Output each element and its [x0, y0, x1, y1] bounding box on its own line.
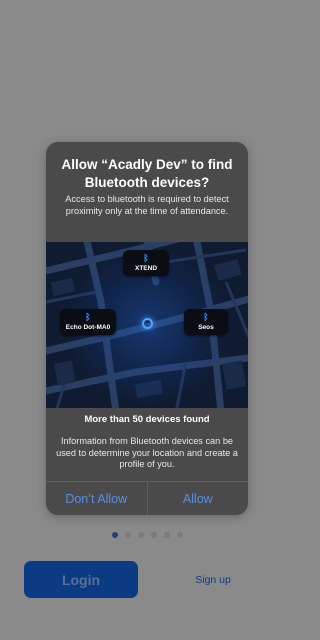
page-dot — [137, 532, 144, 538]
nearby-devices-map: ᛒ XTEND ᛒ Echo Dot-MA0 ᛒ Seos — [46, 242, 248, 408]
devices-found-count: More than 50 devices found — [84, 414, 210, 425]
bluetooth-icon: ᛒ — [85, 312, 91, 322]
current-device-dot — [142, 318, 153, 329]
page-dot-active — [111, 532, 118, 538]
login-button[interactable]: Login — [24, 561, 138, 598]
page-indicator — [0, 532, 294, 540]
dialog-message: Access to bluetooth is required to detec… — [65, 194, 229, 216]
dialog-title: Allow “Acadly Dev” to find Bluetooth dev… — [61, 157, 233, 190]
device-echo-dot: ᛒ Echo Dot-MA0 — [60, 309, 116, 335]
page-dot — [176, 532, 183, 538]
device-seos: ᛒ Seos — [184, 309, 228, 335]
page-dot — [150, 532, 157, 538]
bluetooth-icon: ᛒ — [143, 253, 149, 263]
allow-button[interactable]: Allow — [148, 482, 249, 515]
bluetooth-permission-dialog: Allow “Acadly Dev” to find Bluetooth dev… — [46, 142, 248, 515]
page-dot — [163, 532, 170, 538]
device-name: Echo Dot-MA0 — [65, 324, 111, 331]
device-xtend: ᛒ XTEND — [123, 250, 169, 276]
dont-allow-button[interactable]: Don’t Allow — [46, 482, 147, 515]
bluetooth-icon: ᛒ — [203, 312, 209, 322]
device-name: XTEND — [134, 265, 158, 272]
device-name: Seos — [198, 324, 214, 331]
dialog-actions: Don’t Allow Allow — [46, 481, 248, 515]
page-dot — [124, 532, 131, 538]
signup-link[interactable]: Sign up — [186, 571, 240, 589]
privacy-info: Information from Bluetooth devices can b… — [56, 436, 238, 469]
